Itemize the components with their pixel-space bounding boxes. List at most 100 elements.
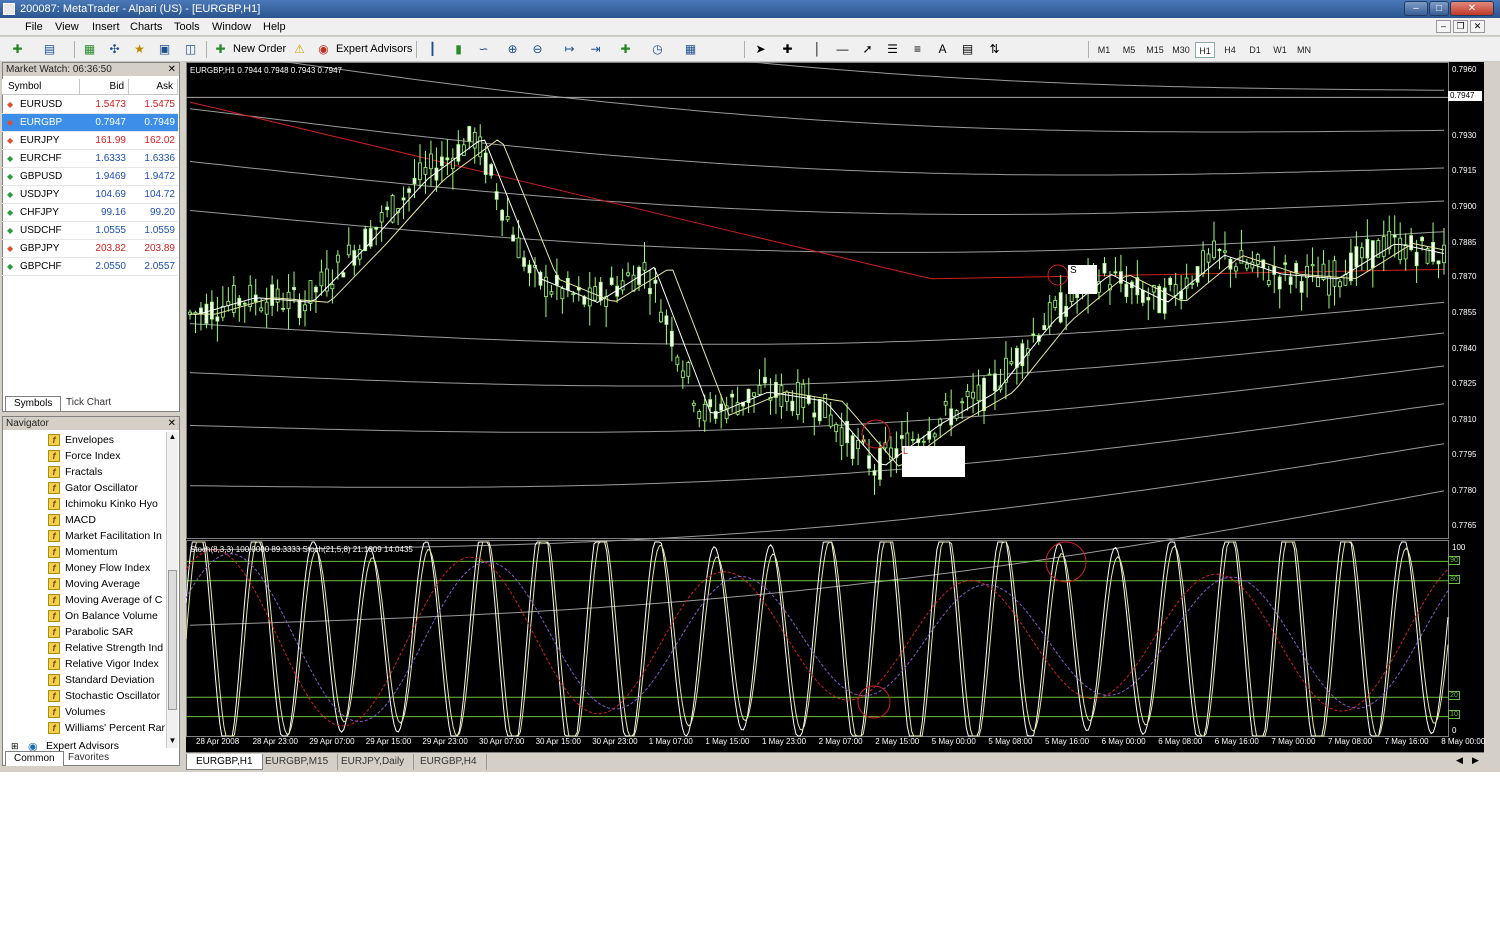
scroll-thumb[interactable]: [168, 570, 177, 710]
chart-area[interactable]: EURGBP,H1 0.7944 0.7948 0.7943 0.7947 St…: [186, 62, 1485, 752]
navigator-item[interactable]: f Moving Average of C: [3, 592, 165, 608]
long-signal-marker[interactable]: L: [902, 446, 965, 477]
column-symbol[interactable]: Symbol: [2, 79, 80, 95]
market-watch-row[interactable]: ◆ EURJPY 161.99 162.02: [2, 132, 178, 150]
tab-tick-chart[interactable]: Tick Chart: [58, 396, 119, 411]
navigator-item[interactable]: f Williams' Percent Rar: [3, 720, 165, 736]
navigator-item[interactable]: f Volumes: [3, 704, 165, 720]
mdi-restore-button[interactable]: ❐: [1453, 20, 1468, 33]
menu-charts[interactable]: Charts: [130, 20, 162, 34]
navigator-item[interactable]: f Stochastic Oscillator: [3, 688, 165, 704]
market-watch-row[interactable]: ◆ CHFJPY 99.16 99.20: [2, 204, 178, 222]
expert-advisors-icon[interactable]: ◉: [316, 42, 331, 57]
scroll-down-icon[interactable]: ▼: [167, 736, 178, 748]
tab-eurgbp-h4[interactable]: EURGBP,H4: [411, 754, 487, 770]
zoom-in-icon[interactable]: ⊕: [505, 42, 520, 57]
timeframe-w1[interactable]: W1: [1270, 42, 1290, 58]
mdi-minimize-button[interactable]: –: [1436, 20, 1451, 33]
market-watch-row[interactable]: ◆ GBPCHF 2.0550 2.0557: [2, 258, 178, 276]
column-ask[interactable]: Ask: [129, 79, 178, 95]
market-watch-icon[interactable]: ▦: [82, 42, 97, 57]
expert-advisors-button[interactable]: Expert Advisors: [336, 41, 412, 58]
tab-favorites[interactable]: Favorites: [60, 751, 117, 766]
tab-common[interactable]: Common: [5, 751, 64, 766]
navigator-close-icon[interactable]: ✕: [168, 417, 176, 430]
navigator-icon[interactable]: ★: [132, 42, 147, 57]
market-watch-row[interactable]: ◆ EURUSD 1.5473 1.5475: [2, 96, 178, 114]
chart-shift-icon[interactable]: ⇥: [588, 42, 603, 57]
tabs-left-icon[interactable]: ◀: [1456, 755, 1463, 766]
menu-view[interactable]: View: [55, 20, 79, 34]
tab-symbols[interactable]: Symbols: [5, 396, 62, 411]
navigator-item[interactable]: f Parabolic SAR: [3, 624, 165, 640]
navigator-item[interactable]: f Money Flow Index: [3, 560, 165, 576]
vertical-line-icon[interactable]: │: [810, 42, 825, 57]
text-icon[interactable]: A: [935, 42, 950, 57]
market-watch-row[interactable]: ◆ USDCHF 1.0555 1.0559: [2, 222, 178, 240]
short-signal-marker[interactable]: S: [1068, 265, 1097, 294]
navigator-item[interactable]: f MACD: [3, 512, 165, 528]
crosshair-icon[interactable]: ✚: [780, 42, 795, 57]
tab-eurgbp-m15[interactable]: EURGBP,M15: [256, 754, 339, 770]
new-order-button[interactable]: New Order: [233, 41, 286, 58]
menu-window[interactable]: Window: [212, 20, 251, 34]
market-watch-row[interactable]: ◆ EURCHF 1.6333 1.6336: [2, 150, 178, 168]
navigator-item[interactable]: f Market Facilitation In: [3, 528, 165, 544]
navigator-item[interactable]: f Standard Deviation: [3, 672, 165, 688]
navigator-item[interactable]: f Momentum: [3, 544, 165, 560]
timeframe-m1[interactable]: M1: [1094, 42, 1114, 58]
menu-file[interactable]: File: [25, 20, 43, 34]
menu-tools[interactable]: Tools: [174, 20, 200, 34]
arrows-icon[interactable]: ⇅: [987, 42, 1002, 57]
navigator-scrollbar[interactable]: ▲ ▼: [166, 432, 178, 748]
timeframe-m15[interactable]: M15: [1143, 42, 1167, 58]
navigator-item[interactable]: f Moving Average: [3, 576, 165, 592]
tab-eurgbp-h1[interactable]: EURGBP,H1: [186, 754, 263, 770]
chart-canvas[interactable]: [186, 62, 1484, 752]
close-button[interactable]: ✕: [1450, 1, 1494, 16]
market-watch-row[interactable]: ◆ USDJPY 104.69 104.72: [2, 186, 178, 204]
navigator-item[interactable]: f Fractals: [3, 464, 165, 480]
scroll-up-icon[interactable]: ▲: [167, 432, 178, 444]
data-window-icon[interactable]: ✣: [107, 42, 122, 57]
mdi-close-button[interactable]: ✕: [1470, 20, 1485, 33]
column-bid[interactable]: Bid: [80, 79, 129, 95]
timeframe-h1[interactable]: H1: [1195, 42, 1215, 58]
strategy-tester-icon[interactable]: ◫: [183, 42, 198, 57]
navigator-item[interactable]: f Ichimoku Kinko Hyo: [3, 496, 165, 512]
zoom-out-icon[interactable]: ⊖: [530, 42, 545, 57]
navigator-item[interactable]: f Relative Strength Ind: [3, 640, 165, 656]
navigator-item[interactable]: f Relative Vigor Index: [3, 656, 165, 672]
minimize-button[interactable]: –: [1404, 1, 1428, 16]
timeframe-m30[interactable]: M30: [1169, 42, 1193, 58]
timeframe-m5[interactable]: M5: [1119, 42, 1139, 58]
bar-chart-icon[interactable]: ┃: [425, 42, 440, 57]
profiles-icon[interactable]: ▤: [42, 42, 57, 57]
timeframe-mn[interactable]: MN: [1294, 42, 1314, 58]
menu-insert[interactable]: Insert: [92, 20, 120, 34]
horizontal-line-icon[interactable]: —: [835, 42, 850, 57]
trendline-icon[interactable]: ➚: [860, 42, 875, 57]
market-watch-row[interactable]: ◆ GBPUSD 1.9469 1.9472: [2, 168, 178, 186]
market-watch-row[interactable]: ◆ EURGBP 0.7947 0.7949: [2, 114, 178, 132]
menu-help[interactable]: Help: [263, 20, 286, 34]
fibonacci-icon[interactable]: ≡: [910, 42, 925, 57]
indicators-icon[interactable]: ✚: [618, 42, 633, 57]
navigator-item[interactable]: f Gator Oscillator: [3, 480, 165, 496]
timeframe-h4[interactable]: H4: [1220, 42, 1240, 58]
navigator-item[interactable]: f Envelopes: [3, 432, 165, 448]
maximize-button[interactable]: □: [1429, 1, 1449, 16]
cursor-icon[interactable]: ➤: [753, 42, 768, 57]
periods-icon[interactable]: ◷: [650, 42, 665, 57]
text-label-icon[interactable]: ▤: [960, 42, 975, 57]
auto-scroll-icon[interactable]: ↦: [562, 42, 577, 57]
warning-icon[interactable]: ⚠: [292, 42, 307, 57]
terminal-icon[interactable]: ▣: [157, 42, 172, 57]
timeframe-d1[interactable]: D1: [1245, 42, 1265, 58]
candlestick-icon[interactable]: ▮: [451, 42, 466, 57]
market-watch-row[interactable]: ◆ GBPJPY 203.82 203.89: [2, 240, 178, 258]
new-order-icon[interactable]: ✚: [213, 42, 228, 57]
navigator-item[interactable]: f On Balance Volume: [3, 608, 165, 624]
tab-eurjpy-daily[interactable]: EURJPY,Daily: [332, 754, 415, 770]
channel-icon[interactable]: ☰: [885, 42, 900, 57]
